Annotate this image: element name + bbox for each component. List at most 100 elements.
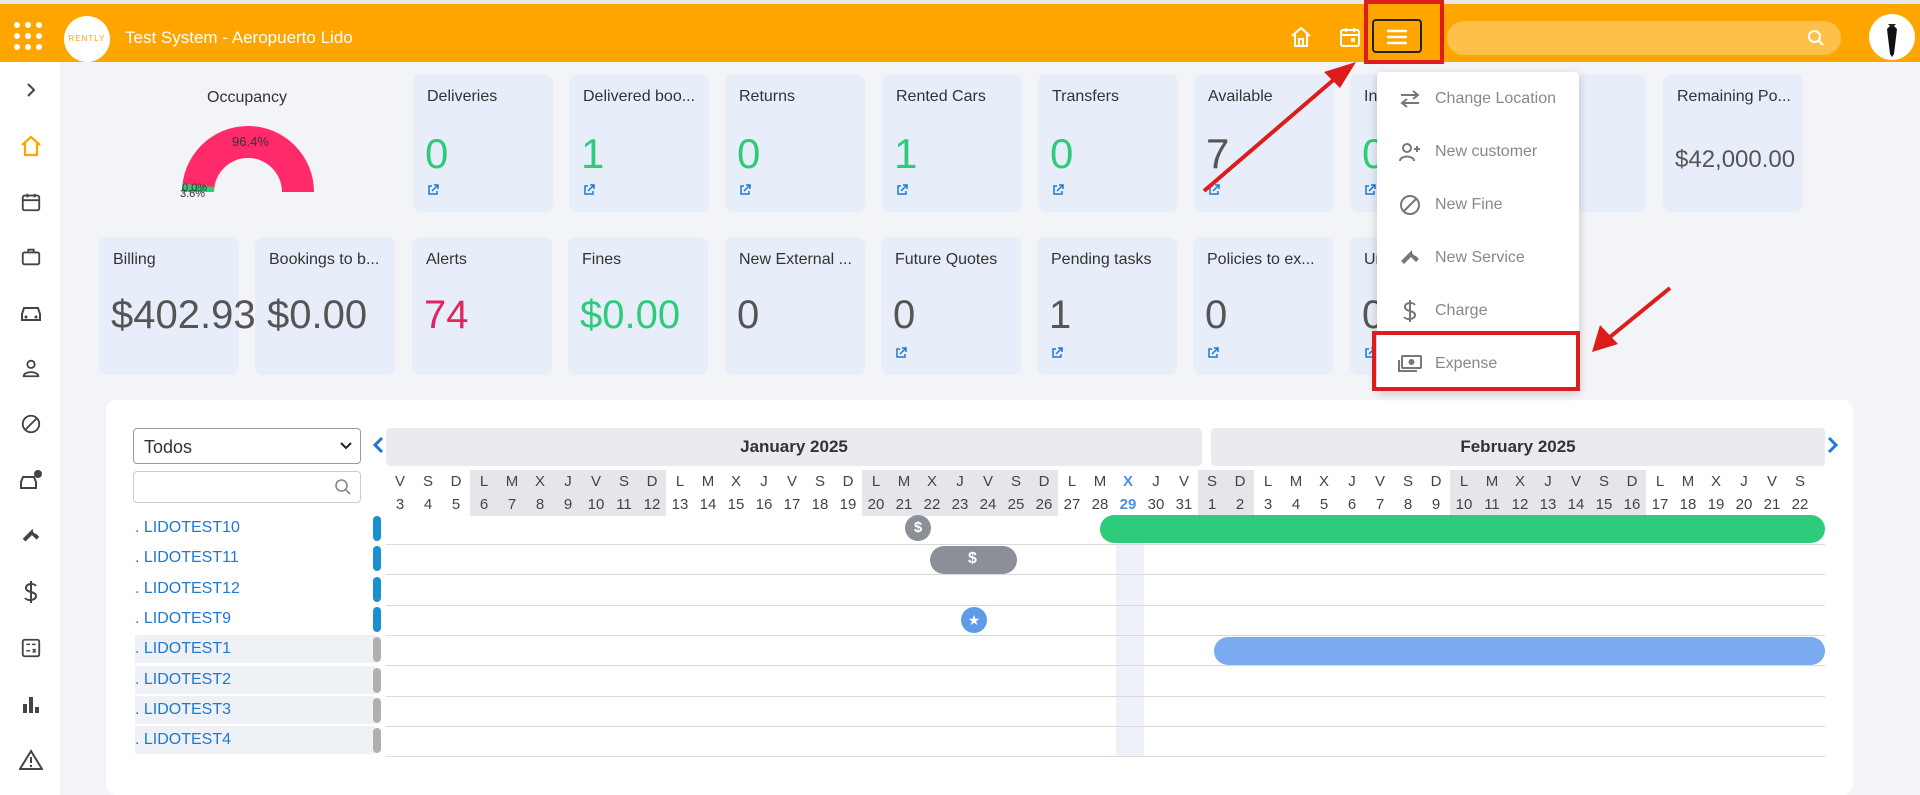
kpi-card[interactable]: Policies to ex... 0 xyxy=(1193,237,1333,375)
vehicle-name: . LIDOTEST11 xyxy=(135,549,239,567)
external-link-icon[interactable] xyxy=(896,184,908,196)
calendar-icon[interactable] xyxy=(1336,23,1364,51)
kpi-card-title: Remaining Po... xyxy=(1677,88,1791,105)
day-number: 22 xyxy=(1791,496,1809,513)
vehicle-search-input[interactable] xyxy=(133,471,361,503)
bar-chart-icon[interactable] xyxy=(17,690,45,718)
timeline-next-button[interactable] xyxy=(1827,436,1839,459)
day-column-header: L 20 xyxy=(862,470,890,516)
calculator-icon[interactable] xyxy=(17,634,45,662)
day-letter: D xyxy=(1234,473,1246,490)
car-alert-icon[interactable] xyxy=(17,466,45,494)
external-link-icon[interactable] xyxy=(739,184,751,196)
kpi-card[interactable]: Bookings to b... $0.00 xyxy=(255,237,395,375)
vehicle-row-label[interactable]: . LIDOTEST2 xyxy=(135,665,375,694)
day-number: 6 xyxy=(479,496,489,513)
kpi-card[interactable]: Pending tasks 1 xyxy=(1037,237,1177,375)
day-column-header: M 11 xyxy=(1478,470,1506,516)
car-icon[interactable] xyxy=(17,299,45,327)
warning-icon[interactable] xyxy=(17,746,45,774)
day-column-header: S 15 xyxy=(1590,470,1618,516)
briefcase-icon[interactable] xyxy=(17,243,45,271)
kpi-card[interactable]: Rented Cars 1 xyxy=(882,74,1022,212)
external-link-icon[interactable] xyxy=(895,347,907,359)
kpi-card[interactable]: Remaining Po... $42,000.00 xyxy=(1663,74,1803,212)
prohibit-icon[interactable] xyxy=(17,410,45,438)
day-column-header: J 20 xyxy=(1730,470,1758,516)
user-avatar[interactable] xyxy=(1869,14,1915,60)
external-link-icon[interactable] xyxy=(1364,184,1376,196)
kpi-card[interactable]: Delivered boo... 1 xyxy=(569,74,709,212)
home-icon[interactable] xyxy=(17,132,45,160)
day-number: 7 xyxy=(1375,496,1385,513)
menu-item-change-location[interactable]: Change Location xyxy=(1377,72,1579,124)
kpi-card[interactable]: Returns 0 xyxy=(725,74,865,212)
dollar-icon[interactable] xyxy=(17,578,45,606)
kpi-card[interactable]: Billing $402.93 xyxy=(99,237,256,375)
kpi-card-title: Policies to ex... xyxy=(1207,251,1315,268)
menu-item-new-fine[interactable]: New Fine xyxy=(1377,178,1579,230)
day-letter: S xyxy=(422,473,433,490)
day-number: 18 xyxy=(811,496,829,513)
external-link-icon[interactable] xyxy=(1052,184,1064,196)
day-number: 7 xyxy=(507,496,517,513)
kpi-card-title: Bookings to b... xyxy=(269,251,380,268)
vehicle-row-label[interactable]: . LIDOTEST11 xyxy=(135,544,375,572)
chevron-right-icon[interactable] xyxy=(17,76,45,104)
wrench-icon[interactable] xyxy=(17,522,45,550)
kpi-card[interactable]: New External ... 0 xyxy=(725,237,865,375)
day-column-header: X 19 xyxy=(1702,470,1730,516)
calendar-icon[interactable] xyxy=(17,188,45,216)
search-input[interactable] xyxy=(1447,21,1841,55)
day-number: 6 xyxy=(1347,496,1357,513)
external-link-icon[interactable] xyxy=(583,184,595,196)
day-letter: X xyxy=(1122,473,1133,490)
grid-icon[interactable] xyxy=(14,22,44,52)
day-column-header: S 18 xyxy=(806,470,834,516)
user-icon[interactable] xyxy=(17,354,45,382)
booking-bar-lidotest1[interactable] xyxy=(1214,637,1825,665)
booking-bar-lidotest10[interactable] xyxy=(1100,515,1825,543)
kpi-card[interactable]: Fines $0.00 xyxy=(568,237,708,375)
home-icon[interactable] xyxy=(1287,23,1315,51)
star-icon[interactable]: ★ xyxy=(961,607,987,633)
menu-item-charge[interactable]: Charge xyxy=(1377,284,1579,336)
vehicle-row-label[interactable]: . LIDOTEST9 xyxy=(135,605,375,633)
today-column xyxy=(1116,516,1144,756)
menu-item-new-service[interactable]: New Service xyxy=(1377,231,1579,283)
charge-bar-lidotest11[interactable]: $ xyxy=(930,546,1017,574)
day-letter: S xyxy=(1794,473,1805,490)
day-column-header: V 24 xyxy=(974,470,1002,516)
kpi-card-title: Transfers xyxy=(1052,88,1119,105)
day-column-header: L 27 xyxy=(1058,470,1086,516)
kpi-card[interactable]: Future Quotes 0 xyxy=(881,237,1021,375)
vehicle-row-label[interactable]: . LIDOTEST4 xyxy=(135,726,375,755)
external-link-icon[interactable] xyxy=(1051,347,1063,359)
day-letter: X xyxy=(1514,473,1525,490)
day-letter: S xyxy=(1598,473,1609,490)
external-link-icon[interactable] xyxy=(427,184,439,196)
vehicle-row-label[interactable]: . LIDOTEST12 xyxy=(135,575,375,603)
vehicle-filter-select[interactable]: Todos xyxy=(133,428,361,464)
search-icon xyxy=(1807,29,1825,52)
kpi-card[interactable]: Alerts 74 xyxy=(412,237,552,375)
vehicle-row-label[interactable]: . LIDOTEST10 xyxy=(135,514,375,542)
day-number: 24 xyxy=(979,496,997,513)
day-letter: D xyxy=(1626,473,1638,490)
highlight-box-expense xyxy=(1372,331,1580,391)
timeline-prev-button[interactable] xyxy=(372,436,384,459)
external-link-icon[interactable] xyxy=(1207,347,1219,359)
day-column-header: S 22 xyxy=(1786,470,1814,516)
menu-item-new-customer[interactable]: New customer xyxy=(1377,125,1579,177)
vehicle-row-label[interactable]: . LIDOTEST1 xyxy=(135,635,375,664)
kpi-card[interactable]: Available 7 xyxy=(1194,74,1334,212)
day-number: 25 xyxy=(1007,496,1025,513)
kpi-card[interactable]: Deliveries 0 xyxy=(413,74,553,212)
vehicle-row-label[interactable]: . LIDOTEST3 xyxy=(135,695,375,724)
external-link-icon[interactable] xyxy=(1208,184,1220,196)
dollar-icon[interactable]: $ xyxy=(905,515,931,541)
day-column-header: X8 xyxy=(526,470,554,516)
kpi-card-title: Available xyxy=(1208,88,1273,105)
kpi-card[interactable]: Transfers 0 xyxy=(1038,74,1178,212)
day-number: 4 xyxy=(1291,496,1301,513)
